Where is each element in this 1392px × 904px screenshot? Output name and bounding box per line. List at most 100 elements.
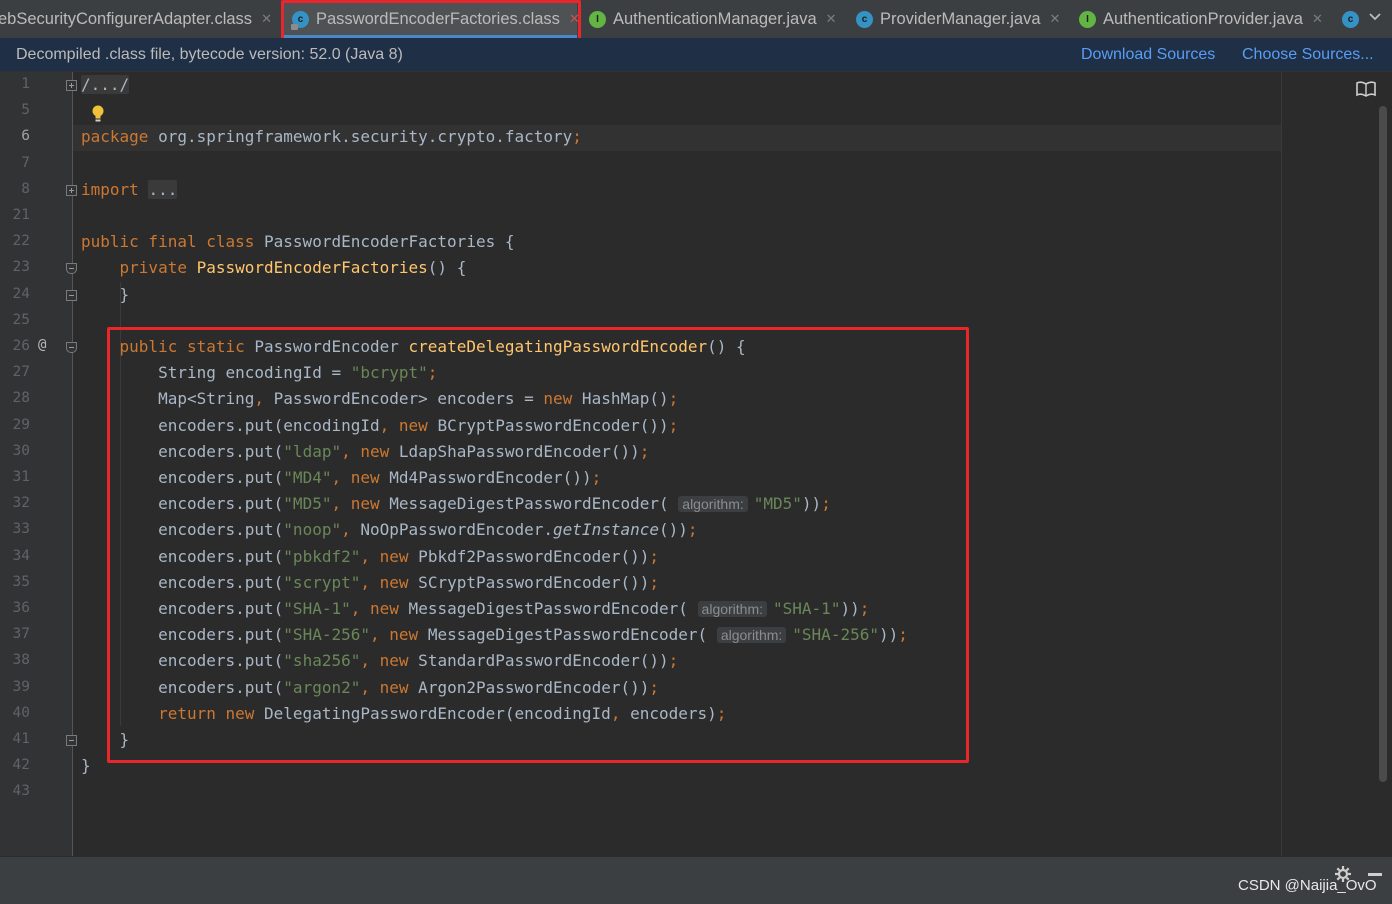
watermark: CSDN @Naijia_OvO — [1238, 877, 1377, 894]
tab-websecurityconfigureradapter[interactable]: ebSecurityConfigurerAdapter.class ✕ — [0, 0, 272, 38]
code-token: "SHA-256" — [792, 625, 879, 645]
code-token: encoders.put( — [81, 441, 284, 461]
lightbulb-icon[interactable] — [92, 105, 104, 123]
download-sources-link[interactable]: Download Sources — [1081, 46, 1215, 64]
code-token: ; — [687, 520, 698, 540]
line-number: 36 — [12, 600, 30, 616]
code-token: new — [350, 494, 380, 514]
code-token: new — [389, 625, 419, 645]
code-line[interactable]: public static PasswordEncoder createDele… — [81, 334, 746, 360]
code-line[interactable]: package org.springframework.security.cry… — [81, 124, 582, 150]
close-icon[interactable]: ✕ — [1050, 11, 1061, 27]
code-line[interactable]: encoders.put("MD5", new MessageDigestPas… — [81, 491, 831, 517]
code-line[interactable]: public final class PasswordEncoderFactor… — [81, 229, 514, 255]
code-token: , — [360, 546, 370, 566]
editor-tab-bar: ebSecurityConfigurerAdapter.class ✕ c Pa… — [0, 0, 1392, 38]
code-token: , — [350, 599, 361, 618]
close-icon[interactable]: ✕ — [1312, 11, 1323, 27]
code-line[interactable]: encoders.put("pbkdf2", new Pbkdf2Passwor… — [81, 544, 659, 570]
code-token: , — [360, 572, 370, 592]
code-token: HashMap() — [572, 389, 669, 409]
override-marker-icon[interactable]: @ — [38, 337, 46, 353]
code-token: , — [341, 520, 351, 540]
code-line[interactable]: return new DelegatingPasswordEncoder(enc… — [81, 701, 726, 727]
code-token: import — [81, 179, 139, 199]
code-line[interactable]: } — [81, 753, 91, 779]
code-line[interactable]: encoders.put("SHA-256", new MessageDiges… — [81, 622, 908, 648]
parameter-hint: algorithm: — [678, 496, 748, 513]
code-line[interactable]: } — [81, 282, 130, 308]
code-token: "MD5" — [283, 494, 332, 514]
code-token: StandardPasswordEncoder()) — [408, 651, 669, 671]
line-number: 1 — [21, 76, 30, 92]
code-token: encoders.put( — [81, 625, 284, 645]
code-token: ; — [649, 572, 660, 592]
close-icon[interactable]: ✕ — [569, 11, 580, 27]
code-line[interactable]: encoders.put("MD4", new Md4PasswordEncod… — [81, 465, 601, 491]
tab-providermanager[interactable]: c ProviderManager.java ✕ — [856, 0, 1060, 38]
tab-authenticationprovider[interactable]: I AuthenticationProvider.java ✕ — [1079, 0, 1323, 38]
vertical-scrollbar[interactable] — [1379, 106, 1387, 782]
line-number: 32 — [12, 495, 30, 512]
code-line[interactable]: encoders.put("noop", NoOpPasswordEncoder… — [81, 517, 698, 543]
code-token: )) — [878, 625, 899, 645]
chevron-down-icon[interactable] — [1368, 10, 1382, 24]
code-line[interactable]: String encodingId = "bcrypt"; — [81, 360, 437, 386]
code-token: } — [81, 284, 130, 304]
code-token: ; — [859, 599, 870, 618]
line-number: 6 — [21, 128, 30, 145]
code-line[interactable]: encoders.put(encodingId, new BCryptPassw… — [81, 413, 678, 439]
code-token: NoOpPasswordEncoder. — [350, 520, 554, 540]
tab-passwordencoderfactories[interactable]: c PasswordEncoderFactories.class ✕ — [284, 0, 580, 38]
choose-sources-link[interactable]: Choose Sources... — [1242, 46, 1374, 64]
code-line[interactable]: encoders.put("sha256", new StandardPassw… — [81, 648, 678, 674]
code-line[interactable]: encoders.put("argon2", new Argon2Passwor… — [81, 675, 659, 701]
code-token: , — [341, 441, 351, 461]
code-line[interactable]: import ... — [81, 177, 178, 203]
code-line[interactable]: Map<String, PasswordEncoder> encoders = … — [81, 386, 678, 412]
line-number: 43 — [12, 783, 30, 800]
code-token: , — [379, 415, 390, 435]
code-line[interactable]: /.../ — [81, 72, 130, 98]
tab-authenticationmanager[interactable]: I AuthenticationManager.java ✕ — [589, 0, 837, 38]
code-line[interactable]: encoders.put("SHA-1", new MessageDigestP… — [81, 596, 869, 622]
close-icon[interactable]: ✕ — [261, 11, 272, 27]
interface-icon: I — [1079, 10, 1096, 28]
code-token: BCryptPasswordEncoder()) — [427, 415, 669, 435]
editor-right-margin — [1281, 72, 1392, 856]
code-line[interactable]: } — [81, 727, 130, 753]
line-number: 34 — [12, 547, 30, 564]
code-token: public final class — [81, 232, 255, 252]
reader-mode-icon[interactable] — [1356, 81, 1376, 97]
tab-overflow-class[interactable]: c — [1342, 0, 1366, 38]
line-number: 29 — [12, 416, 30, 433]
notice-text: Decompiled .class file, bytecode version… — [16, 46, 403, 63]
line-number: 35 — [12, 573, 30, 590]
code-line[interactable]: private PasswordEncoderFactories() { — [81, 255, 467, 281]
code-line[interactable]: encoders.put("scrypt", new SCryptPasswor… — [81, 570, 659, 596]
tab-label: PasswordEncoderFactories.class — [316, 9, 560, 28]
line-number: 39 — [12, 678, 30, 695]
code-token: "MD4" — [283, 468, 332, 487]
code-token: encoders.put( — [81, 494, 284, 514]
line-number: 37 — [12, 626, 30, 643]
minimize-icon[interactable] — [1368, 873, 1382, 876]
code-line[interactable]: encoders.put("ldap", new LdapShaPassword… — [81, 439, 649, 465]
line-number: 5 — [21, 102, 30, 119]
code-token: Argon2PasswordEncoder()) — [408, 677, 650, 697]
code-token: ; — [572, 127, 582, 147]
code-area[interactable]: /.../ package org.springframework.securit… — [73, 72, 1281, 856]
code-editor[interactable]: 1 5 6 7 8 21 22 23 24 25 26 @27 28 29 30 31 32 33 34 35 36 37… — [0, 72, 1392, 856]
code-token: , — [331, 468, 342, 487]
line-number: 42 — [12, 757, 30, 774]
code-token: ; — [649, 677, 660, 697]
tab-label: AuthenticationManager.java — [613, 9, 817, 28]
line-number: 27 — [12, 364, 30, 381]
close-icon[interactable]: ✕ — [826, 11, 837, 27]
code-token: "noop" — [283, 520, 342, 540]
